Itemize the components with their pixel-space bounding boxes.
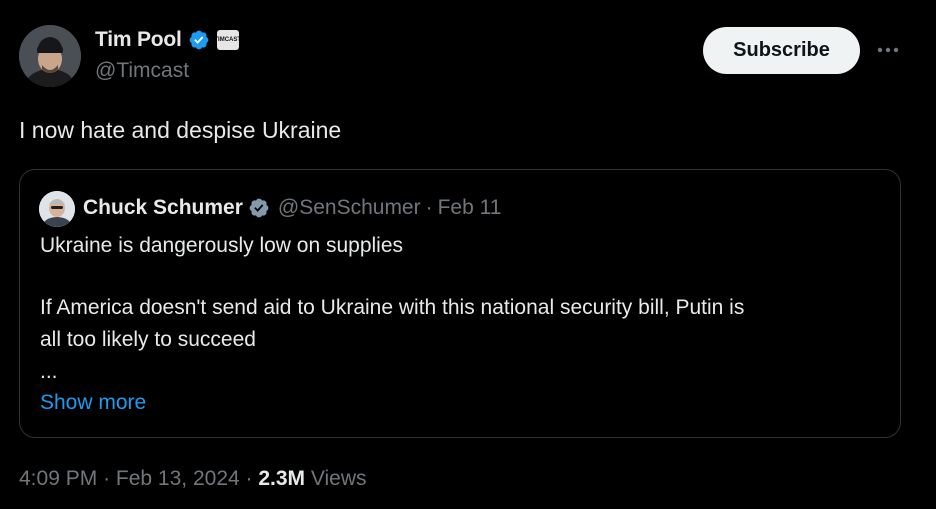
author-handle[interactable]: @Timcast — [95, 59, 189, 83]
quote-header: Chuck Schumer @SenSchumer · Feb 11 — [83, 194, 501, 222]
meta-separator: · — [245, 467, 253, 490]
quote-text-line-1: Ukraine is dangerously low on supplies — [40, 234, 404, 257]
quote-text-ellipsis: ... — [40, 360, 58, 383]
affiliate-badge[interactable]: TIMCAST — [216, 30, 239, 50]
views-label: Views — [310, 467, 367, 490]
tweet-text: I now hate and despise Ukraine — [19, 117, 342, 143]
quote-date[interactable]: Feb 11 — [438, 196, 502, 220]
more-dots-icon[interactable] — [875, 38, 901, 62]
meta-separator: · — [103, 467, 111, 490]
quote-author-handle[interactable]: @SenSchumer — [278, 196, 421, 220]
author-name-row: Tim Pool TIMCAST — [95, 27, 239, 53]
author-avatar-image — [19, 25, 81, 87]
quote-tweet-card[interactable]: Chuck Schumer @SenSchumer · Feb 11 Ukrai… — [19, 169, 901, 438]
quote-author-name[interactable]: Chuck Schumer — [83, 196, 243, 220]
tweet-time[interactable]: 4:09 PM — [19, 467, 97, 490]
tweet-meta: 4:09 PM · Feb 13, 2024 · 2.3M Views — [19, 467, 367, 491]
author-name[interactable]: Tim Pool — [95, 28, 182, 52]
subscribe-button[interactable]: Subscribe — [703, 27, 860, 74]
verified-badge-icon[interactable] — [188, 29, 210, 51]
quote-text-line-2: If America doesn't send aid to Ukraine w… — [40, 296, 745, 319]
quote-author-avatar-image — [39, 191, 75, 227]
quote-separator: · — [425, 196, 433, 219]
verified-gray-badge-icon — [248, 197, 270, 219]
tweet-date[interactable]: Feb 13, 2024 — [116, 467, 240, 490]
quote-text-line-3: all too likely to succeed — [40, 328, 256, 351]
views-count: 2.3M — [258, 467, 306, 490]
show-more-link[interactable]: Show more — [40, 391, 146, 415]
author-avatar[interactable] — [19, 25, 81, 87]
tweet-container: Tim Pool TIMCAST @Timcast Subscribe I no… — [0, 0, 936, 509]
quote-author-avatar[interactable] — [39, 191, 75, 227]
